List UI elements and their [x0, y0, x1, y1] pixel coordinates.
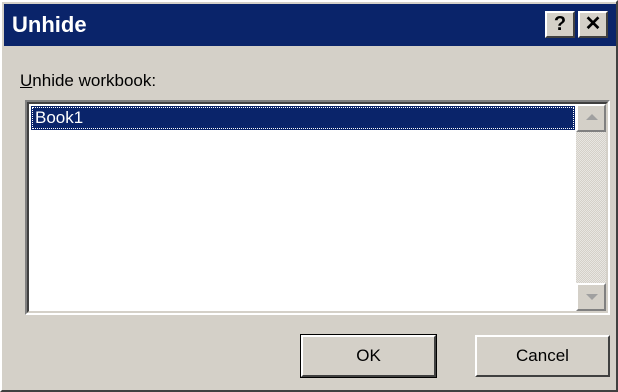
listbox-inner: Book1 [27, 102, 608, 313]
label-accelerator: U [20, 71, 33, 90]
window-title: Unhide [12, 12, 87, 37]
help-button[interactable]: ? [545, 11, 575, 38]
list-item-book1[interactable]: Book1 [31, 106, 575, 130]
close-icon: ✕ [584, 13, 602, 35]
vertical-scrollbar[interactable] [576, 104, 606, 311]
ok-button[interactable]: OK [300, 334, 437, 378]
cancel-button[interactable]: Cancel [475, 335, 610, 377]
scroll-down-button[interactable] [576, 283, 606, 311]
unhide-workbook-label: Unhide workbook: [20, 70, 156, 92]
help-icon: ? [553, 13, 567, 35]
title-bar[interactable]: Unhide ? ✕ [4, 4, 616, 46]
workbook-listbox[interactable]: Book1 [25, 100, 610, 315]
label-text: nhide workbook: [32, 71, 157, 90]
arrow-up-icon [586, 114, 598, 120]
scroll-up-button[interactable] [576, 104, 606, 132]
unhide-dialog: Unhide ? ✕ Unhide workbook: Book1 OK Can… [0, 0, 618, 392]
close-button[interactable]: ✕ [578, 11, 608, 38]
arrow-down-icon [586, 294, 598, 300]
